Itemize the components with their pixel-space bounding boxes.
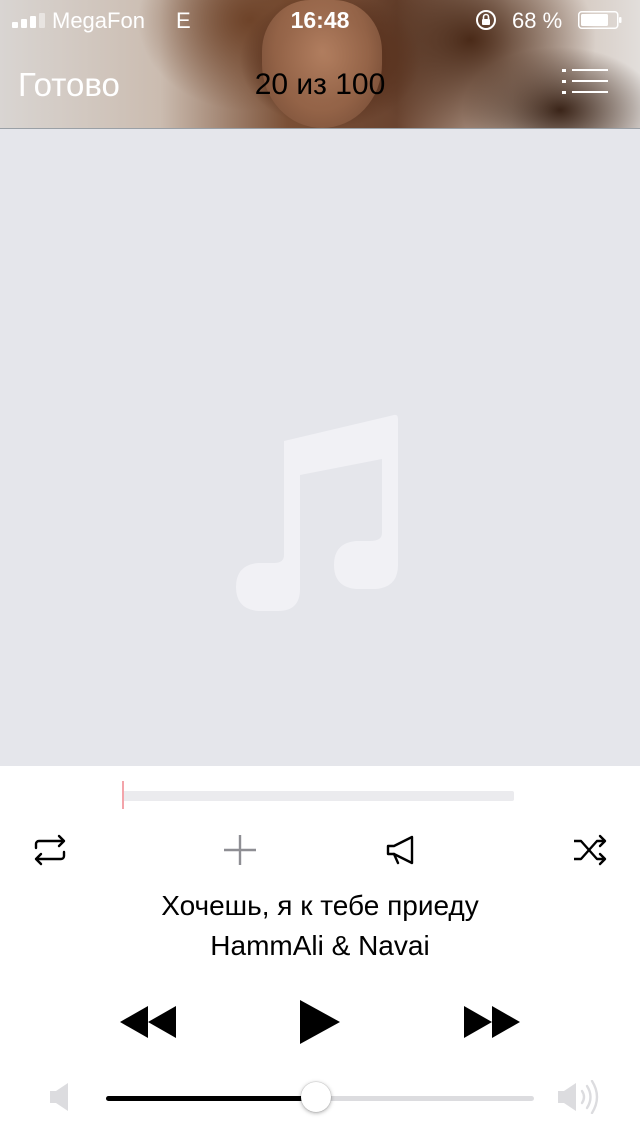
volume-low-icon — [50, 1083, 68, 1111]
navigation-bar: Готово 20 из 100 — [0, 40, 640, 128]
music-note-icon — [236, 414, 398, 611]
broadcast-icon[interactable] — [382, 832, 422, 868]
player-screen: MegaFon E 16:48 68 % Готово 20 из 100 Хо… — [0, 0, 640, 1136]
add-icon[interactable] — [220, 832, 260, 868]
volume-high-icon — [558, 1080, 599, 1114]
play-icon[interactable] — [298, 1000, 342, 1044]
battery-icon — [578, 11, 622, 29]
shuffle-icon[interactable] — [570, 832, 610, 868]
song-title: Хочешь, я к тебе приеду — [161, 890, 479, 921]
playlist-icon[interactable] — [562, 68, 610, 96]
rewind-icon[interactable] — [120, 1004, 176, 1040]
album-artwork — [0, 129, 640, 766]
volume-slider-fill — [106, 1096, 316, 1101]
track-counter: 20 из 100 — [254, 68, 386, 101]
playback-progress-marker[interactable] — [122, 781, 124, 809]
playback-progress-bar[interactable] — [122, 791, 514, 801]
repeat-icon[interactable] — [30, 832, 70, 868]
rotation-lock-icon — [476, 10, 496, 30]
fast-forward-icon[interactable] — [464, 1004, 520, 1040]
song-artist: HammAli & Navai — [210, 930, 430, 961]
status-bar: MegaFon E 16:48 68 % — [0, 0, 640, 40]
header-photo-background: MegaFon E 16:48 68 % Готово 20 из 100 — [0, 0, 640, 129]
battery-percent: 68 % — [512, 8, 563, 33]
volume-slider-thumb[interactable] — [300, 1082, 331, 1112]
